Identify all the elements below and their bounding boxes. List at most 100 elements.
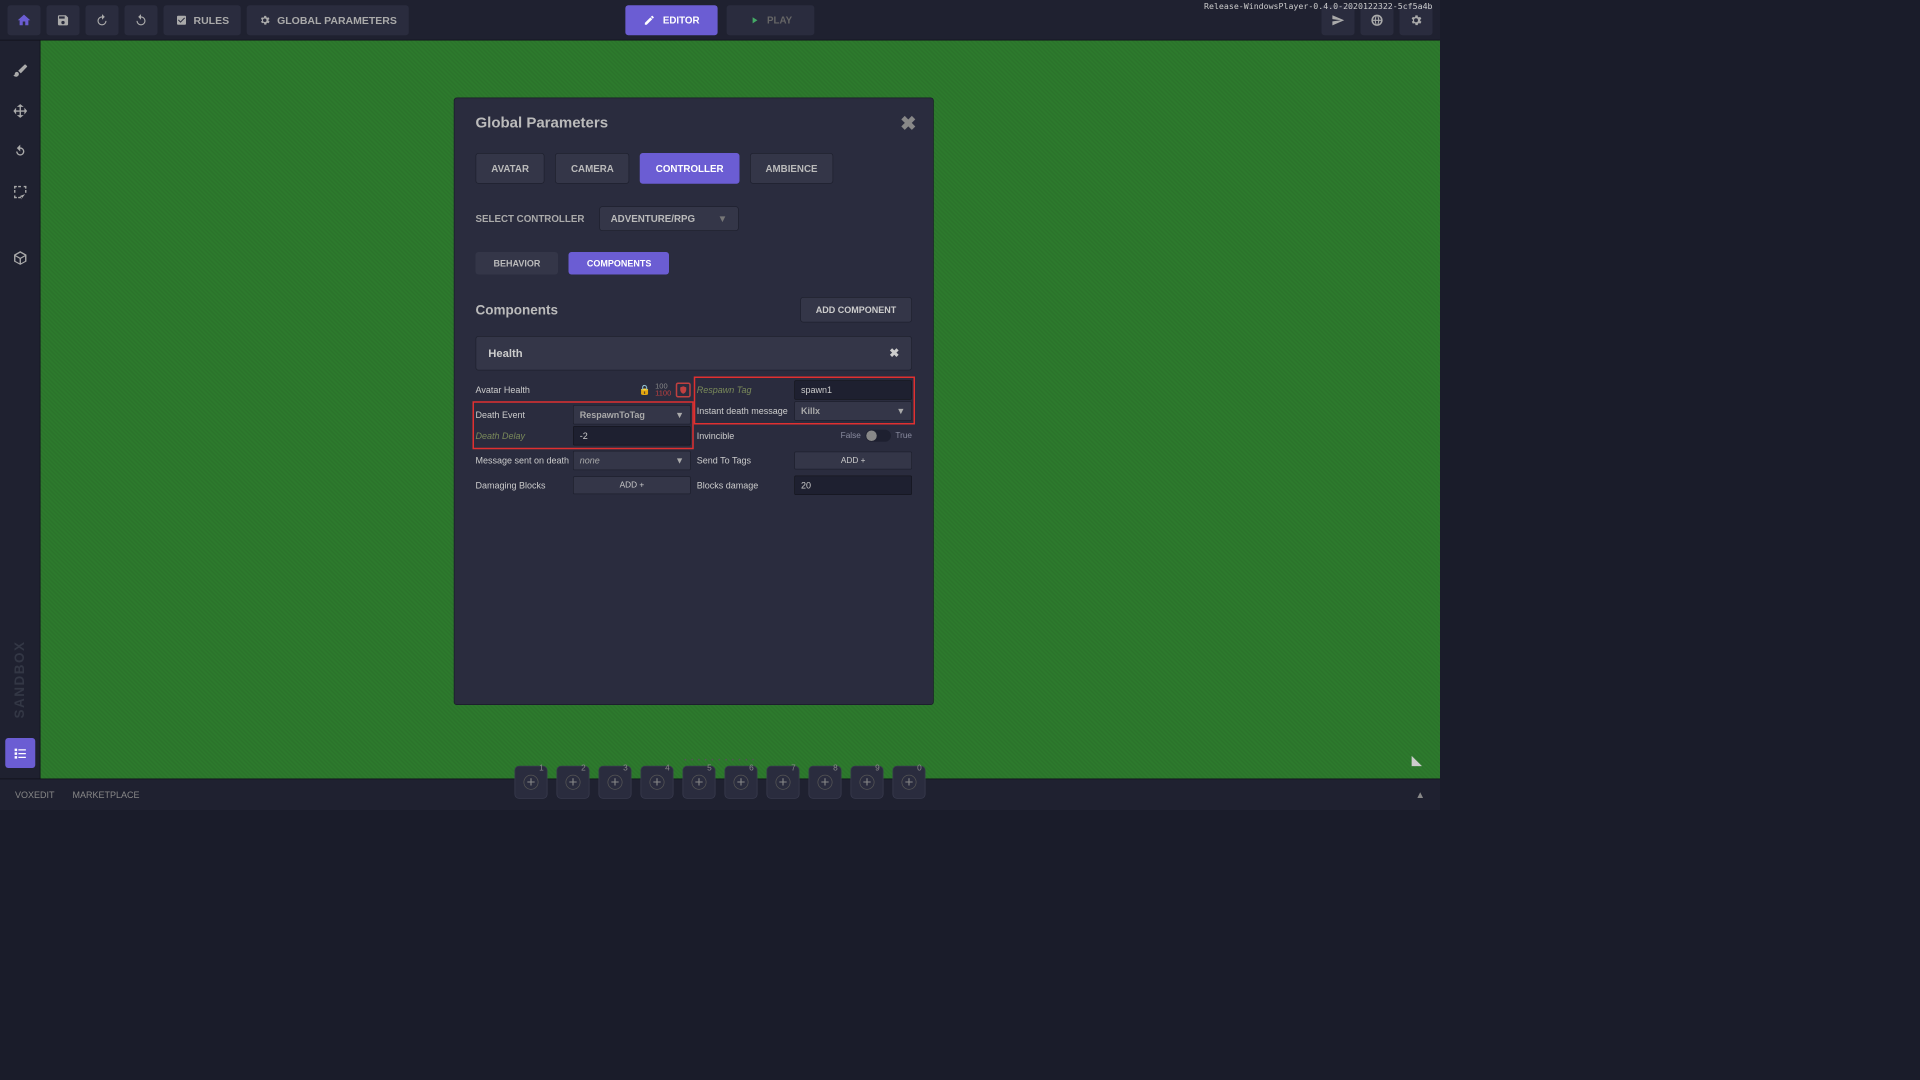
- cursor-icon: ◣: [1412, 752, 1422, 768]
- sidebar: SANDBOX: [0, 41, 41, 779]
- rules-button[interactable]: RULES: [164, 5, 242, 35]
- tab-controller[interactable]: CONTROLLER: [640, 153, 739, 184]
- play-icon: [749, 15, 760, 26]
- plus-icon: +: [524, 775, 539, 790]
- send-to-tags-label: Send To Tags: [697, 455, 795, 466]
- hotbar-slot[interactable]: 5+: [683, 766, 716, 799]
- library-button[interactable]: [5, 738, 35, 768]
- drag-handle[interactable]: • • • • • • • • • • •: [684, 757, 755, 764]
- plus-icon: +: [608, 775, 623, 790]
- save-icon: [56, 13, 70, 27]
- death-event-dropdown[interactable]: RespawnToTag▼: [573, 405, 691, 425]
- health-values: 100 1100: [655, 383, 671, 397]
- msg-on-death-dropdown[interactable]: none▼: [573, 451, 691, 471]
- health-title: Health: [488, 347, 522, 360]
- chevron-down-icon: ▼: [896, 406, 905, 417]
- hotbar-slot[interactable]: 3+: [599, 766, 632, 799]
- subtab-components[interactable]: COMPONENTS: [569, 252, 670, 275]
- global-params-button[interactable]: GLOBAL PARAMETERS: [247, 5, 409, 35]
- plus-icon: +: [566, 775, 581, 790]
- plus-icon: +: [818, 775, 833, 790]
- damaging-blocks-label: Damaging Blocks: [476, 480, 574, 491]
- rotate-icon: [12, 143, 29, 160]
- slot-number: 1: [539, 764, 544, 773]
- modal-title: Global Parameters: [476, 115, 913, 132]
- home-button[interactable]: [8, 5, 41, 35]
- editor-mode-button[interactable]: EDITOR: [625, 5, 717, 35]
- tab-ambience[interactable]: AMBIENCE: [750, 153, 834, 184]
- invincible-label: Invincible: [697, 431, 795, 442]
- brush-tool[interactable]: [5, 56, 35, 86]
- logo-text: SANDBOX: [12, 640, 28, 718]
- cube-icon: [12, 250, 29, 267]
- close-button[interactable]: ✖: [900, 112, 916, 135]
- voxedit-link[interactable]: VOXEDIT: [15, 789, 55, 800]
- avatar-health-label: Avatar Health: [476, 385, 574, 396]
- marketplace-link[interactable]: MARKETPLACE: [73, 789, 140, 800]
- slot-number: 3: [623, 764, 628, 773]
- undo-button[interactable]: [86, 5, 119, 35]
- move-icon: [12, 103, 29, 120]
- plus-icon: +: [734, 775, 749, 790]
- respawn-tag-label: Respawn Tag: [697, 385, 795, 396]
- invincible-toggle[interactable]: [865, 430, 891, 442]
- add-component-button[interactable]: ADD COMPONENT: [800, 297, 912, 323]
- gear-icon: [259, 14, 271, 26]
- rotate-tool[interactable]: [5, 137, 35, 167]
- tab-camera[interactable]: CAMERA: [555, 153, 629, 184]
- remove-component-button[interactable]: ✖: [889, 346, 899, 361]
- death-delay-label: Death Delay: [476, 431, 574, 442]
- slot-number: 8: [833, 764, 838, 773]
- instant-death-dropdown[interactable]: Killx▼: [794, 401, 912, 421]
- false-label: False: [841, 431, 861, 440]
- plus-icon: +: [776, 775, 791, 790]
- redo-icon: [134, 13, 148, 27]
- hotbar-slot[interactable]: 9+: [851, 766, 884, 799]
- redo-button[interactable]: [125, 5, 158, 35]
- global-params-label: GLOBAL PARAMETERS: [277, 14, 397, 26]
- hotbar-slot[interactable]: 7+: [767, 766, 800, 799]
- plus-icon: +: [902, 775, 917, 790]
- components-header: Components: [476, 302, 559, 318]
- undo-icon: [95, 13, 109, 27]
- slot-number: 5: [707, 764, 712, 773]
- subtab-behavior[interactable]: BEHAVIOR: [476, 252, 559, 275]
- blocks-damage-input[interactable]: [794, 476, 912, 496]
- cube-tool[interactable]: [5, 243, 35, 273]
- slot-number: 4: [665, 764, 670, 773]
- expand-button[interactable]: ▲: [1415, 789, 1425, 800]
- death-delay-input[interactable]: [573, 426, 691, 446]
- chevron-down-icon: ▼: [718, 213, 728, 224]
- checklist-icon: [176, 14, 188, 26]
- instant-death-label: Instant death message: [697, 406, 795, 417]
- play-mode-button[interactable]: PLAY: [727, 5, 815, 35]
- list-icon: [12, 746, 27, 761]
- true-label: True: [895, 431, 912, 440]
- paper-plane-icon: [1331, 13, 1345, 27]
- tab-avatar[interactable]: AVATAR: [476, 153, 545, 184]
- save-button[interactable]: [47, 5, 80, 35]
- hotbar-slot[interactable]: 1+: [515, 766, 548, 799]
- chevron-down-icon: ▼: [675, 410, 684, 421]
- select-tool[interactable]: [5, 177, 35, 207]
- hotbar-slot[interactable]: 2+: [557, 766, 590, 799]
- bottombar: VOXEDIT MARKETPLACE • • • • • • • • • • …: [0, 779, 1440, 811]
- hotbar-slot[interactable]: 8+: [809, 766, 842, 799]
- hotbar-slot[interactable]: 6+: [725, 766, 758, 799]
- controller-dropdown[interactable]: ADVENTURE/RPG ▼: [599, 206, 738, 231]
- shield-icon[interactable]: [676, 383, 691, 398]
- hotbar-slot[interactable]: 0+: [893, 766, 926, 799]
- move-tool[interactable]: [5, 96, 35, 126]
- select-icon: [12, 184, 29, 201]
- slot-number: 0: [917, 764, 922, 773]
- lock-icon[interactable]: 🔒: [638, 384, 650, 396]
- send-to-tags-add-button[interactable]: ADD +: [794, 452, 912, 470]
- respawn-tag-input[interactable]: [794, 380, 912, 400]
- damaging-blocks-add-button[interactable]: ADD +: [573, 476, 691, 494]
- rules-label: RULES: [194, 14, 230, 26]
- pencil-icon: [643, 14, 655, 26]
- health-component-header[interactable]: Health ✖: [476, 336, 913, 371]
- hotbar-slot[interactable]: 4+: [641, 766, 674, 799]
- chevron-down-icon: ▼: [675, 455, 684, 466]
- select-controller-label: SELECT CONTROLLER: [476, 213, 585, 224]
